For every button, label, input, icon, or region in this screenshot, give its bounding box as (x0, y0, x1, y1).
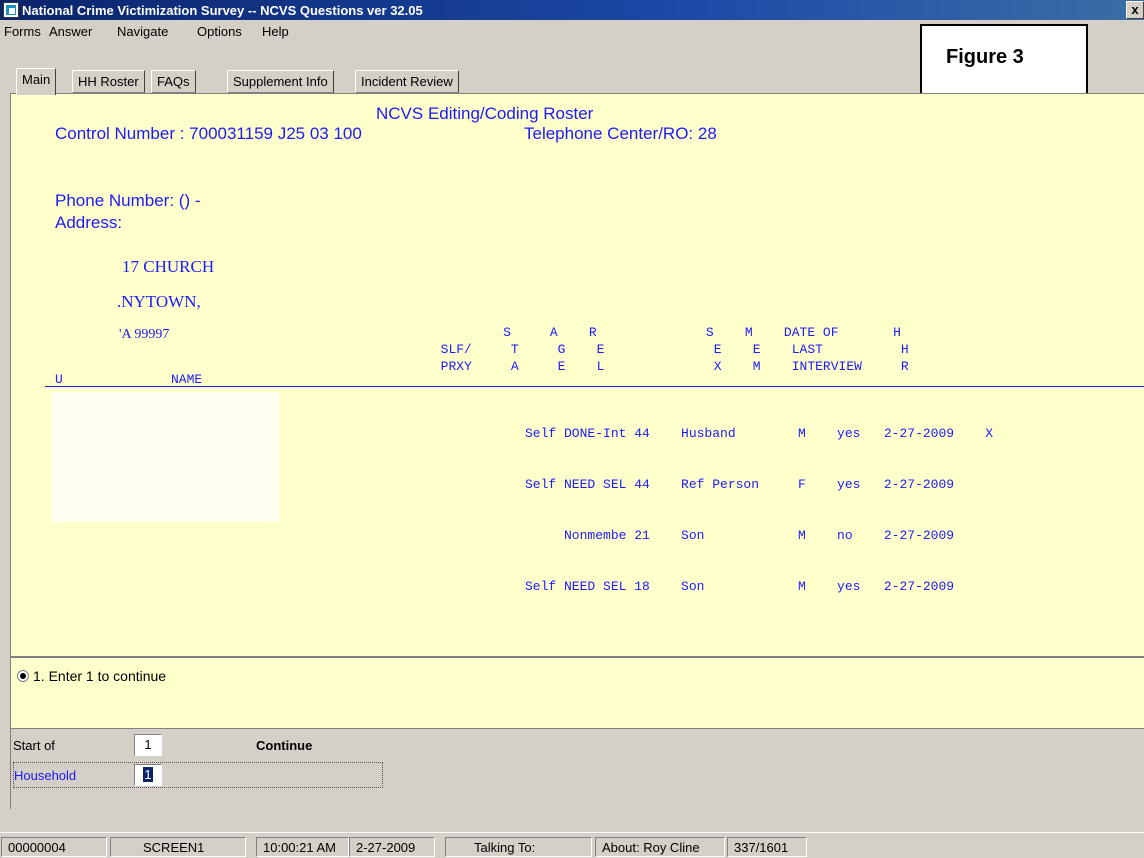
figure-label: Figure 3 (920, 24, 1088, 97)
roster-header-row: S A R S M DATE OF H (113, 325, 901, 340)
household-label: Household (14, 768, 77, 783)
status-time: 10:00:21 AM (256, 837, 349, 857)
table-row: Self NEED SEL 18 Son M yes 2-27-2009 (525, 579, 955, 594)
answer-options-panel: 1. Enter 1 to continue (10, 657, 1144, 729)
roster-header: S A R S M DATE OF H SLF/ T G E E E LAST … (113, 324, 909, 375)
menu-answer[interactable]: Answer (49, 24, 92, 39)
telephone-center: Telephone Center/RO: 28 (524, 124, 717, 143)
status-talking-to: Talking To: (445, 837, 592, 857)
header-divider (45, 386, 1144, 387)
name-column-header: NAME (171, 372, 203, 387)
tab-supplement-info[interactable]: Supplement Info (227, 70, 334, 93)
control-number: Control Number : 700031159 J25 03 100 (55, 124, 362, 143)
roster-header-row: SLF/ T G E E E LAST H (113, 342, 909, 357)
tab-incident-review[interactable]: Incident Review (355, 70, 459, 93)
phone-number: Phone Number: () - (55, 191, 201, 210)
menu-forms[interactable]: Forms (4, 24, 41, 39)
roster-header-row: PRXY A E L X M INTERVIEW R (113, 359, 909, 374)
answer-option-1[interactable]: 1. Enter 1 to continue (33, 668, 166, 684)
window-title: National Crime Victimization Survey -- N… (22, 3, 423, 18)
title-bar: National Crime Victimization Survey -- N… (0, 0, 1144, 20)
status-case-id: 00000004 (1, 837, 107, 857)
roster-table: Self DONE-Int 44 Husband M yes 2-27-2009… (525, 391, 993, 629)
status-date: 2-27-2009 (349, 837, 435, 857)
status-count: 337/1601 (727, 837, 807, 857)
tab-faqs[interactable]: FAQs (151, 70, 196, 93)
start-of-label: Start of (13, 738, 55, 753)
table-row: Self DONE-Int 44 Husband M yes 2-27-2009… (525, 426, 994, 441)
household-value: 1 (143, 767, 153, 782)
household-row: Household 1 (13, 762, 383, 788)
menu-navigate[interactable]: Navigate (117, 24, 168, 39)
roster-column-fragment: U (55, 372, 63, 387)
page-title: NCVS Editing/Coding Roster (376, 104, 594, 123)
tab-main[interactable]: Main (16, 68, 57, 95)
tab-hh-roster[interactable]: HH Roster (72, 70, 145, 93)
redacted-names (51, 392, 279, 522)
entry-panel: Start of 1 Continue Household 1 (10, 729, 1144, 809)
status-about: About: Roy Cline (595, 837, 725, 857)
status-screen: SCREEN1 (110, 837, 246, 857)
answer-radio-1[interactable] (17, 670, 29, 682)
address-label: Address: (55, 213, 123, 232)
close-button[interactable]: x (1126, 1, 1144, 19)
app-icon (3, 2, 19, 18)
menu-help[interactable]: Help (262, 24, 289, 39)
address-line-2: .NYTOWN, (117, 292, 201, 311)
table-row: Self NEED SEL 44 Ref Person F yes 2-27-2… (525, 477, 955, 492)
start-of-field[interactable]: 1 (134, 734, 162, 756)
status-bar: 00000004 SCREEN1 10:00:21 AM 2-27-2009 T… (0, 832, 1144, 858)
roster-panel: NCVS Editing/Coding Roster Control Numbe… (10, 93, 1144, 657)
menu-options[interactable]: Options (197, 24, 242, 39)
household-field[interactable]: 1 (134, 764, 162, 786)
table-row: Nonmembe 21 Son M no 2-27-2009 (525, 528, 955, 543)
continue-label: Continue (256, 738, 313, 753)
address-line-1: 17 CHURCH (122, 257, 215, 276)
